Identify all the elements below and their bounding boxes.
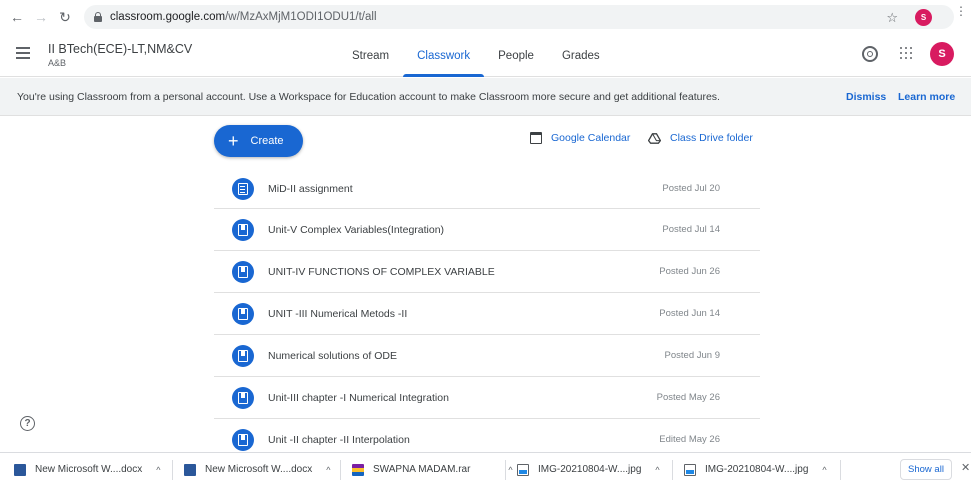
personal-account-banner: You're using Classroom from a personal a… [0, 78, 971, 116]
download-item[interactable]: New Microsoft W....docx ^ [184, 453, 330, 485]
help-icon[interactable]: ? [20, 416, 35, 431]
item-title: Unit-V Complex Variables(Integration) [268, 223, 445, 236]
item-date: Edited May 26 [659, 434, 720, 445]
settings-gear-icon[interactable] [862, 46, 878, 62]
reload-icon[interactable]: ↻ [56, 8, 74, 26]
address-bar[interactable]: classroom.google.com/w/MzAxMjM1ODI1ODU1/… [84, 5, 954, 29]
item-title: UNIT-IV FUNCTIONS OF COMPLEX VARIABLE [268, 265, 495, 278]
download-filename: IMG-20210804-W....jpg [705, 464, 809, 475]
url-text: classroom.google.com/w/MzAxMjM1ODI1ODU1/… [110, 11, 377, 23]
item-title: UNIT -III Numerical Metods -II [268, 307, 408, 320]
item-title: MiD-II assignment [268, 182, 353, 195]
material-icon [232, 218, 254, 241]
item-date: Posted Jul 20 [662, 183, 720, 194]
classwork-list: MiD-II assignment Posted Jul 20 Unit-V C… [214, 169, 760, 461]
item-date: Posted Jun 9 [664, 350, 720, 361]
item-title: Numerical solutions of ODE [268, 349, 397, 362]
forward-arrow-icon[interactable]: → [32, 8, 50, 26]
browser-toolbar: ← → ↻ classroom.google.com/w/MzAxMjM1ODI… [0, 0, 971, 34]
list-item[interactable]: UNIT -III Numerical Metods -II Posted Ju… [214, 293, 760, 335]
class-title[interactable]: II BTech(ECE)-LT,NM&CV [48, 42, 192, 56]
divider [840, 460, 841, 480]
calendar-icon [530, 132, 542, 144]
lock-icon [94, 12, 102, 22]
chevron-up-icon[interactable]: ^ [655, 465, 659, 475]
image-file-icon [517, 463, 529, 476]
divider [672, 460, 673, 480]
main-menu-icon[interactable] [16, 47, 30, 59]
google-apps-icon[interactable] [900, 47, 912, 59]
class-drive-folder-link[interactable]: Class Drive folder [648, 132, 753, 144]
word-file-icon [14, 463, 26, 476]
close-icon[interactable]: ✕ [961, 461, 970, 474]
chevron-up-icon[interactable]: ^ [822, 465, 826, 475]
item-date: Posted May 26 [656, 392, 720, 403]
item-date: Posted Jun 26 [659, 266, 720, 277]
tab-people[interactable]: People [484, 34, 548, 77]
drive-icon [648, 132, 661, 144]
download-shelf: New Microsoft W....docx ^ New Microsoft … [0, 452, 971, 485]
create-button-label: Create [250, 135, 284, 147]
show-all-downloads-button[interactable]: Show all [900, 459, 952, 480]
tab-classwork[interactable]: Classwork [403, 34, 485, 77]
browser-menu-icon[interactable]: ⋮ [955, 4, 967, 18]
assignment-icon [232, 177, 254, 200]
chevron-up-icon[interactable]: ^ [156, 465, 160, 475]
classroom-header: II BTech(ECE)-LT,NM&CV A&B Stream Classw… [0, 34, 971, 77]
material-icon [232, 302, 254, 325]
chevron-up-icon[interactable]: ^ [508, 465, 512, 475]
item-title: Unit-III chapter -I Numerical Integratio… [268, 391, 449, 404]
divider [172, 460, 173, 480]
chevron-up-icon[interactable]: ^ [326, 465, 330, 475]
tab-stream[interactable]: Stream [338, 34, 403, 77]
material-icon [232, 344, 254, 367]
list-item[interactable]: MiD-II assignment Posted Jul 20 [214, 169, 760, 209]
plus-icon: + [228, 131, 239, 151]
item-date: Posted Jun 14 [659, 308, 720, 319]
item-title: Unit -II chapter -II Interpolation [268, 433, 410, 446]
google-calendar-link[interactable]: Google Calendar [530, 132, 630, 144]
download-item[interactable]: SWAPNA MADAM.rar ^ [352, 453, 513, 485]
learn-more-link[interactable]: Learn more [898, 91, 955, 103]
divider [505, 460, 506, 480]
download-filename: New Microsoft W....docx [205, 464, 313, 475]
class-section: A&B [48, 58, 67, 68]
browser-profile-avatar[interactable]: S [915, 9, 932, 26]
material-icon [232, 428, 254, 451]
tab-grades[interactable]: Grades [548, 34, 614, 77]
list-item[interactable]: Numerical solutions of ODE Posted Jun 9 [214, 335, 760, 377]
list-item[interactable]: UNIT-IV FUNCTIONS OF COMPLEX VARIABLE Po… [214, 251, 760, 293]
download-item[interactable]: New Microsoft W....docx ^ [14, 453, 160, 485]
material-icon [232, 260, 254, 283]
back-arrow-icon[interactable]: ← [8, 8, 26, 26]
download-filename: IMG-20210804-W....jpg [538, 464, 642, 475]
account-avatar[interactable]: S [930, 42, 954, 66]
create-button[interactable]: + Create [214, 125, 303, 157]
class-drive-folder-label: Class Drive folder [670, 132, 753, 144]
google-calendar-label: Google Calendar [551, 132, 631, 144]
download-item[interactable]: IMG-20210804-W....jpg ^ [517, 453, 660, 485]
bookmark-star-icon[interactable]: ☆ [886, 10, 898, 26]
word-file-icon [184, 463, 196, 476]
list-item[interactable]: Unit-III chapter -I Numerical Integratio… [214, 377, 760, 419]
download-filename: New Microsoft W....docx [35, 464, 143, 475]
image-file-icon [684, 463, 696, 476]
item-date: Posted Jul 14 [662, 224, 720, 235]
rar-file-icon [352, 463, 364, 476]
banner-message: You're using Classroom from a personal a… [17, 90, 720, 103]
download-item[interactable]: IMG-20210804-W....jpg ^ [684, 453, 827, 485]
dismiss-button[interactable]: Dismiss [846, 91, 886, 103]
class-tabs: Stream Classwork People Grades [338, 34, 614, 77]
material-icon [232, 386, 254, 409]
divider [340, 460, 341, 480]
list-item[interactable]: Unit-V Complex Variables(Integration) Po… [214, 209, 760, 251]
download-filename: SWAPNA MADAM.rar [373, 464, 471, 475]
